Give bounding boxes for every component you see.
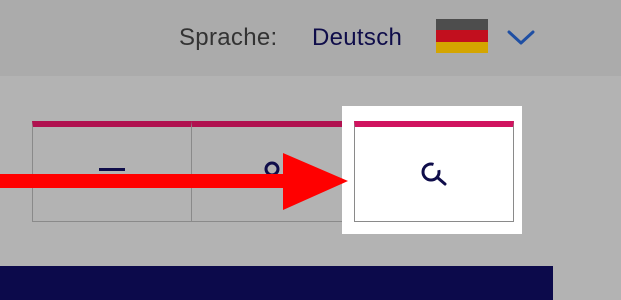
tab-search[interactable] bbox=[354, 121, 514, 222]
content-banner bbox=[0, 266, 553, 300]
red-arrow-icon bbox=[0, 153, 348, 210]
language-select[interactable]: Deutsch bbox=[312, 24, 402, 52]
language-label: Sprache: bbox=[179, 24, 278, 51]
germany-flag-icon[interactable] bbox=[436, 19, 488, 53]
chevron-down-icon[interactable] bbox=[505, 25, 537, 49]
search-icon bbox=[421, 162, 447, 186]
